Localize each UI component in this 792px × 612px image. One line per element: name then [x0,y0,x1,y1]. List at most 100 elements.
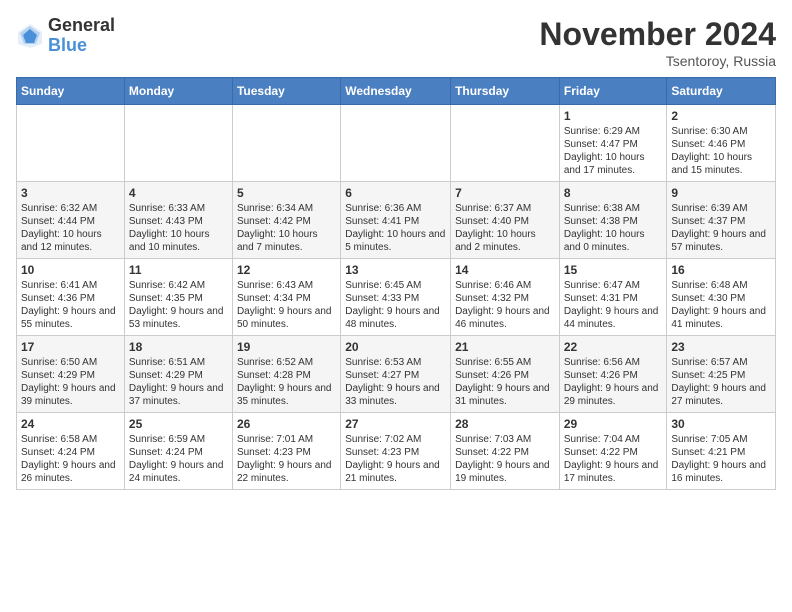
day-info: Sunrise: 6:29 AMSunset: 4:47 PMDaylight:… [564,125,663,177]
calendar-cell: 21 Sunrise: 6:55 AMSunset: 4:26 PMDayligh… [451,336,560,413]
day-info: Sunrise: 6:32 AMSunset: 4:44 PMDaylight:… [21,202,120,254]
day-info: Sunrise: 6:42 AMSunset: 4:35 PMDaylight:… [129,279,228,331]
day-info: Sunrise: 6:43 AMSunset: 4:34 PMDaylight:… [237,279,336,331]
calendar-cell: 8Sunrise: 6:38 AMSunset: 4:38 PMDaylight… [559,182,667,259]
calendar-cell: 26 Sunrise: 7:01 AMSunset: 4:23 PMDayligh… [232,413,340,490]
logo-general: General [48,16,115,36]
day-number: 17 [21,340,120,354]
calendar-week-row: 3 Sunrise: 6:32 AMSunset: 4:44 PMDaylight… [17,182,776,259]
calendar-cell: 19 Sunrise: 6:52 AMSunset: 4:28 PMDayligh… [232,336,340,413]
logo-icon [16,22,44,50]
day-info: Sunrise: 7:01 AMSunset: 4:23 PMDaylight:… [237,433,336,485]
day-number: 19 [237,340,336,354]
calendar-week-row: 1 Sunrise: 6:29 AMSunset: 4:47 PMDaylight… [17,105,776,182]
day-info: Sunrise: 6:33 AMSunset: 4:43 PMDaylight:… [129,202,228,254]
day-number: 3 [21,186,120,200]
calendar-cell [17,105,125,182]
day-info: Sunrise: 6:55 AMSunset: 4:26 PMDaylight:… [455,356,555,408]
day-number: 5 [237,186,336,200]
day-number: 7 [455,186,555,200]
day-info: Sunrise: 6:57 AMSunset: 4:25 PMDaylight:… [671,356,771,408]
day-info: Sunrise: 6:46 AMSunset: 4:32 PMDaylight:… [455,279,555,331]
title-block: November 2024 Tsentoroy, Russia [539,16,776,69]
day-number: 18 [129,340,228,354]
calendar-cell: 23 Sunrise: 6:57 AMSunset: 4:25 PMDayligh… [667,336,776,413]
day-number: 21 [455,340,555,354]
day-info: Sunrise: 7:02 AMSunset: 4:23 PMDaylight:… [345,433,446,485]
calendar-cell: 30 Sunrise: 7:05 AMSunset: 4:21 PMDayligh… [667,413,776,490]
day-number: 20 [345,340,446,354]
calendar-header-sunday: Sunday [17,78,125,105]
day-info: Sunrise: 6:37 AMSunset: 4:40 PMDaylight:… [455,202,555,254]
calendar-cell: 28Sunrise: 7:03 AMSunset: 4:22 PMDayligh… [451,413,560,490]
day-info: Sunrise: 7:05 AMSunset: 4:21 PMDaylight:… [671,433,771,485]
calendar-cell: 17 Sunrise: 6:50 AMSunset: 4:29 PMDayligh… [17,336,125,413]
day-number: 6 [345,186,446,200]
day-number: 26 [237,417,336,431]
calendar-cell: 1 Sunrise: 6:29 AMSunset: 4:47 PMDaylight… [559,105,667,182]
location: Tsentoroy, Russia [539,53,776,69]
day-number: 28 [455,417,555,431]
calendar-cell: 15 Sunrise: 6:47 AMSunset: 4:31 PMDayligh… [559,259,667,336]
calendar-header-row: SundayMondayTuesdayWednesdayThursdayFrid… [17,78,776,105]
calendar-cell [451,105,560,182]
day-info: Sunrise: 6:34 AMSunset: 4:42 PMDaylight:… [237,202,336,254]
calendar-cell [124,105,232,182]
day-number: 1 [564,109,663,123]
calendar-cell: 24Sunrise: 6:58 AMSunset: 4:24 PMDayligh… [17,413,125,490]
day-number: 2 [671,109,771,123]
calendar-header-wednesday: Wednesday [341,78,451,105]
calendar-table: SundayMondayTuesdayWednesdayThursdayFrid… [16,77,776,490]
day-number: 8 [564,186,663,200]
page-header: General Blue November 2024 Tsentoroy, Ru… [16,16,776,69]
day-info: Sunrise: 7:04 AMSunset: 4:22 PMDaylight:… [564,433,663,485]
calendar-cell: 20Sunrise: 6:53 AMSunset: 4:27 PMDayligh… [341,336,451,413]
calendar-week-row: 10 Sunrise: 6:41 AMSunset: 4:36 PMDayligh… [17,259,776,336]
day-info: Sunrise: 6:41 AMSunset: 4:36 PMDaylight:… [21,279,120,331]
calendar-cell: 16 Sunrise: 6:48 AMSunset: 4:30 PMDayligh… [667,259,776,336]
calendar-cell: 14 Sunrise: 6:46 AMSunset: 4:32 PMDayligh… [451,259,560,336]
calendar-cell: 9Sunrise: 6:39 AMSunset: 4:37 PMDaylight… [667,182,776,259]
day-number: 15 [564,263,663,277]
day-number: 24 [21,417,120,431]
day-info: Sunrise: 6:59 AMSunset: 4:24 PMDaylight:… [129,433,228,485]
calendar-cell [341,105,451,182]
calendar-header-thursday: Thursday [451,78,560,105]
day-number: 16 [671,263,771,277]
day-number: 10 [21,263,120,277]
day-number: 14 [455,263,555,277]
day-number: 25 [129,417,228,431]
calendar-cell: 25 Sunrise: 6:59 AMSunset: 4:24 PMDayligh… [124,413,232,490]
calendar-cell: 4Sunrise: 6:33 AMSunset: 4:43 PMDaylight… [124,182,232,259]
calendar-week-row: 17 Sunrise: 6:50 AMSunset: 4:29 PMDayligh… [17,336,776,413]
calendar-cell: 18 Sunrise: 6:51 AMSunset: 4:29 PMDayligh… [124,336,232,413]
day-number: 13 [345,263,446,277]
day-info: Sunrise: 6:48 AMSunset: 4:30 PMDaylight:… [671,279,771,331]
calendar-header-monday: Monday [124,78,232,105]
calendar-cell: 3 Sunrise: 6:32 AMSunset: 4:44 PMDaylight… [17,182,125,259]
day-number: 27 [345,417,446,431]
day-number: 9 [671,186,771,200]
day-info: Sunrise: 6:50 AMSunset: 4:29 PMDaylight:… [21,356,120,408]
day-info: Sunrise: 6:52 AMSunset: 4:28 PMDaylight:… [237,356,336,408]
day-info: Sunrise: 6:56 AMSunset: 4:26 PMDaylight:… [564,356,663,408]
day-info: Sunrise: 6:45 AMSunset: 4:33 PMDaylight:… [345,279,446,331]
logo-blue: Blue [48,36,115,56]
day-info: Sunrise: 6:36 AMSunset: 4:41 PMDaylight:… [345,202,446,254]
day-info: Sunrise: 6:51 AMSunset: 4:29 PMDaylight:… [129,356,228,408]
calendar-cell: 22Sunrise: 6:56 AMSunset: 4:26 PMDayligh… [559,336,667,413]
day-info: Sunrise: 6:30 AMSunset: 4:46 PMDaylight:… [671,125,771,177]
month-title: November 2024 [539,16,776,53]
logo: General Blue [16,16,115,56]
day-number: 23 [671,340,771,354]
logo-text: General Blue [48,16,115,56]
calendar-cell: 13 Sunrise: 6:45 AMSunset: 4:33 PMDayligh… [341,259,451,336]
day-number: 11 [129,263,228,277]
day-number: 12 [237,263,336,277]
calendar-cell: 2 Sunrise: 6:30 AMSunset: 4:46 PMDaylight… [667,105,776,182]
calendar-header-tuesday: Tuesday [232,78,340,105]
day-info: Sunrise: 6:47 AMSunset: 4:31 PMDaylight:… [564,279,663,331]
calendar-cell [232,105,340,182]
day-number: 29 [564,417,663,431]
day-number: 30 [671,417,771,431]
